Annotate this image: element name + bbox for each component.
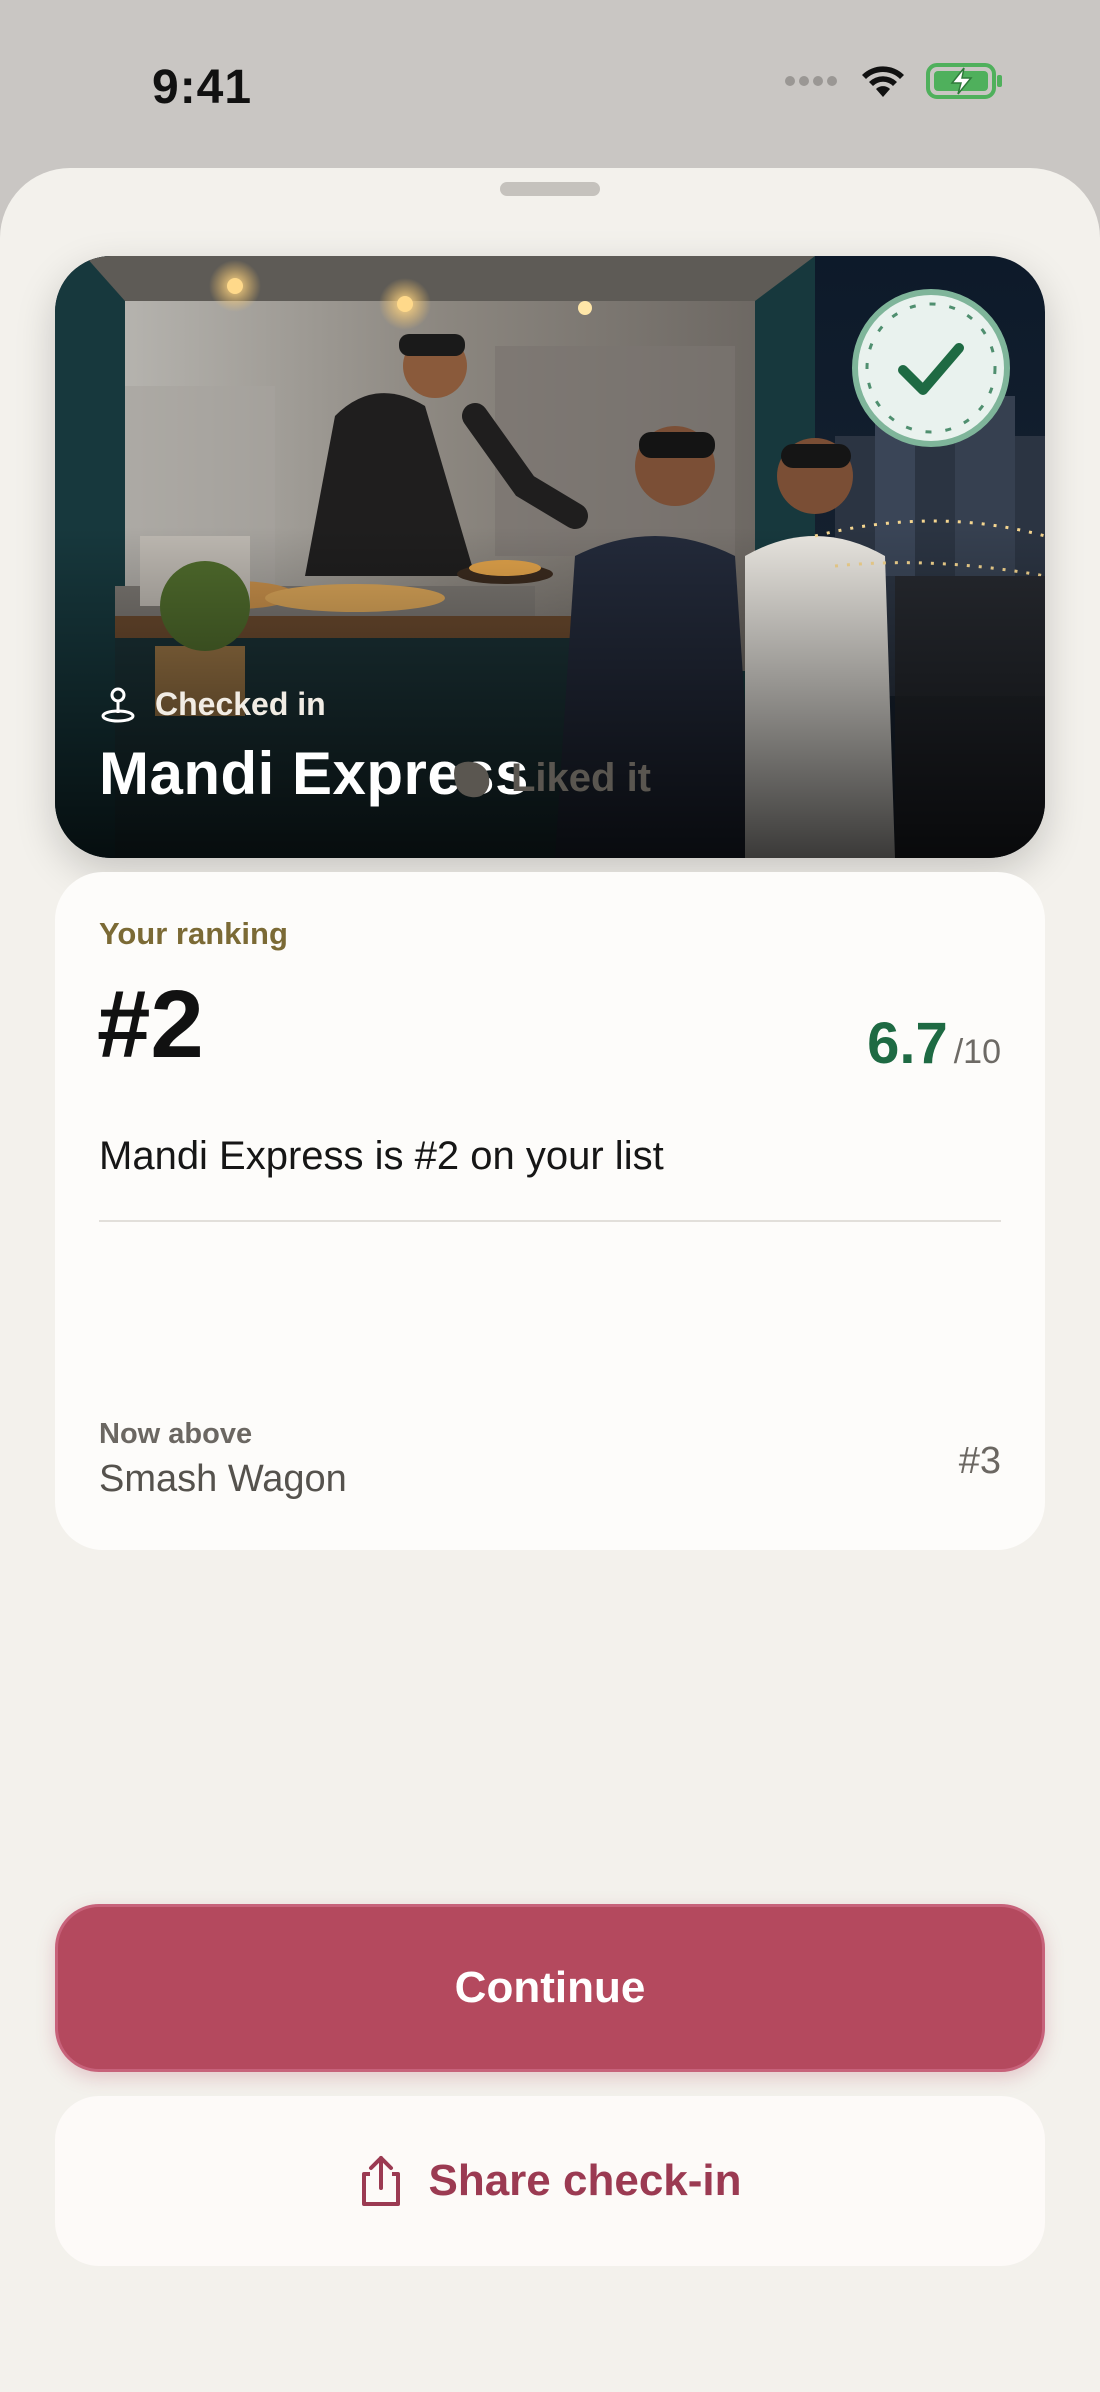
ranking-card: Your ranking #2 6.7 /10 Mandi Express is… xyxy=(55,872,1045,1220)
status-bar: 9:41 xyxy=(0,0,1100,170)
share-label: Share check-in xyxy=(428,2156,742,2205)
now-above-rank: #3 xyxy=(958,1440,1001,1482)
pin-icon xyxy=(101,687,135,723)
rank-summary: Mandi Express is #2 on your list xyxy=(99,1134,664,1178)
share-icon xyxy=(362,2156,401,2206)
reaction-pill[interactable]: Liked it xyxy=(0,756,1100,801)
status-icons xyxy=(784,62,1004,100)
score-value: 6.7 xyxy=(867,1011,948,1076)
continue-label: Continue xyxy=(454,1963,646,2012)
ranking-eyebrow: Your ranking xyxy=(99,916,288,951)
checked-in-row: Checked in xyxy=(99,685,529,723)
cellular-signal-icon xyxy=(785,76,837,86)
reaction-label: Liked it xyxy=(510,756,652,800)
now-above-name: Smash Wagon xyxy=(99,1458,347,1500)
wifi-icon xyxy=(862,66,904,97)
status-time: 9:41 xyxy=(152,61,253,114)
share-checkin-button[interactable]: Share check-in xyxy=(55,2096,1045,2266)
rank-number: #2 xyxy=(97,971,204,1078)
divider xyxy=(99,1220,1001,1222)
score: 6.7 /10 xyxy=(867,1010,1001,1077)
check-badge-icon xyxy=(852,289,1010,447)
checked-in-label: Checked in xyxy=(155,685,326,722)
now-above-label: Now above xyxy=(99,1418,253,1450)
liked-blob-icon xyxy=(453,761,490,797)
continue-button[interactable]: Continue xyxy=(55,1904,1045,2072)
sheet-grabber[interactable] xyxy=(500,182,600,196)
battery-charging-icon xyxy=(926,63,1002,99)
score-max: /10 xyxy=(953,1033,1001,1071)
